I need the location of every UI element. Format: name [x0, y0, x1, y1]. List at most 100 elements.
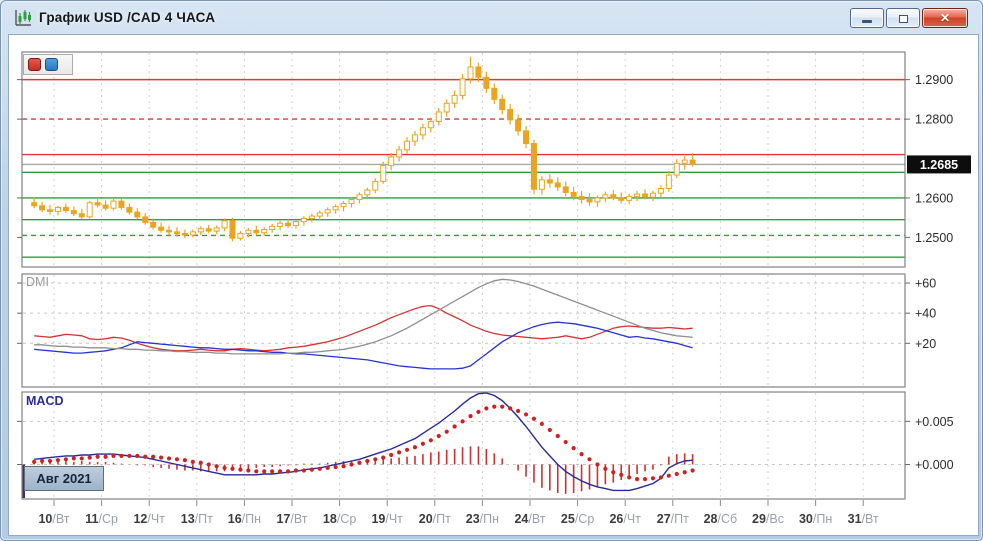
restore-icon [899, 14, 908, 22]
candle-body [571, 192, 576, 196]
macd-signal-dot [111, 454, 115, 458]
candle-body [365, 190, 370, 195]
candle-body [500, 99, 505, 109]
candle-body [198, 229, 203, 232]
macd-signal-dot [421, 442, 425, 446]
date-label: 10/Вт [38, 512, 69, 526]
date-label: 17/Вт [276, 512, 307, 526]
macd-signal-dot [667, 474, 671, 478]
macd-signal-dot [548, 428, 552, 432]
candle-body [484, 77, 489, 88]
candle-body [611, 195, 616, 198]
macd-signal-dot [278, 469, 282, 473]
macd-signal-dot [175, 457, 179, 461]
macd-signal-dot [222, 466, 226, 470]
close-button[interactable]: ✕ [922, 8, 968, 28]
macd-signal-dot [230, 467, 234, 471]
restore-button[interactable] [886, 8, 920, 28]
macd-signal-dot [429, 438, 433, 442]
macd-signal-dot [492, 405, 496, 409]
candle-body [32, 203, 37, 206]
date-label: 28/Сб [704, 512, 738, 526]
macd-signal-dot [286, 469, 290, 473]
blue-marker-button[interactable] [45, 58, 58, 71]
candle-body [547, 180, 552, 183]
macd-signal-dot [413, 445, 417, 449]
candle-body [95, 203, 100, 205]
macd-signal-dot [603, 467, 607, 471]
candle-body [317, 213, 322, 216]
candle-body [619, 198, 624, 200]
title-bar[interactable]: График USD /CAD 4 ЧАСА ✕ [1, 1, 982, 34]
candle-body [111, 201, 116, 208]
candle-body [666, 175, 671, 188]
window-controls: ✕ [850, 8, 968, 28]
macd-signal-dot [532, 417, 536, 421]
macd-signal-dot [683, 470, 687, 474]
red-marker-button[interactable] [28, 58, 41, 71]
candle-body [650, 193, 655, 197]
price-axis-label: 1.2800 [915, 113, 953, 127]
macd-signal-dot [183, 458, 187, 462]
window-title: График USD /CAD 4 ЧАСА [39, 10, 215, 25]
current-price-label: 1.2685 [920, 158, 958, 172]
macd-signal-dot [207, 462, 211, 466]
macd-signal-dot [381, 455, 385, 459]
candle-body [603, 195, 608, 198]
macd-signal-dot [127, 454, 131, 458]
candle-body [167, 230, 172, 232]
candle-body [539, 180, 544, 189]
macd-signal-dot [611, 470, 615, 474]
candle-body [286, 223, 291, 225]
macd-signal-dot [88, 455, 92, 459]
candle-body [135, 212, 140, 217]
minimize-icon [862, 20, 872, 23]
candle-body [238, 233, 243, 238]
macd-signal-dot [302, 468, 306, 472]
candle-body [230, 221, 235, 238]
candle-body [103, 205, 108, 208]
candle-body [190, 232, 195, 235]
macd-signal-dot [389, 453, 393, 457]
candle-body [428, 121, 433, 127]
macd-signal-dot [508, 406, 512, 410]
chart-canvas: 1.29001.28001.26001.2500+60+40+20+0.005+… [9, 35, 978, 535]
macd-signal-dot [72, 456, 76, 460]
date-label: 12/Чт [133, 512, 165, 526]
macd-signal-dot [119, 454, 123, 458]
candle-body [381, 166, 386, 182]
macd-signal-dot [167, 456, 171, 460]
macd-signal-dot [48, 459, 52, 463]
candle-body [309, 216, 314, 218]
candle-body [452, 95, 457, 103]
candle-body [262, 230, 267, 233]
chart-window-icon [13, 8, 33, 28]
candle-body [127, 207, 132, 212]
macd-signal-dot [484, 406, 488, 410]
macd-axis-label: +0.005 [915, 415, 954, 429]
date-label: 16/Пн [228, 512, 261, 526]
macd-signal-dot [691, 468, 695, 472]
candle-body [389, 157, 394, 166]
candle-body [182, 233, 187, 235]
candle-body [159, 227, 164, 230]
macd-signal-dot [40, 459, 44, 463]
candle-body [563, 187, 568, 193]
date-label: 19/Чт [371, 512, 403, 526]
macd-signal-dot [453, 424, 457, 428]
candle-body [270, 226, 275, 229]
candle-body [63, 207, 68, 210]
panel-background [22, 274, 905, 387]
macd-signal-dot [595, 462, 599, 466]
candle-body [524, 131, 529, 144]
minimize-button[interactable] [850, 8, 884, 28]
panel-background [22, 392, 905, 499]
candle-body [246, 230, 251, 233]
date-label: 30/Пн [799, 512, 832, 526]
candle-body [579, 196, 584, 199]
macd-panel-label: MACD [26, 394, 64, 408]
date-label: 13/Пт [181, 512, 213, 526]
macd-signal-dot [540, 422, 544, 426]
candle-body [206, 229, 211, 231]
macd-signal-dot [310, 468, 314, 472]
